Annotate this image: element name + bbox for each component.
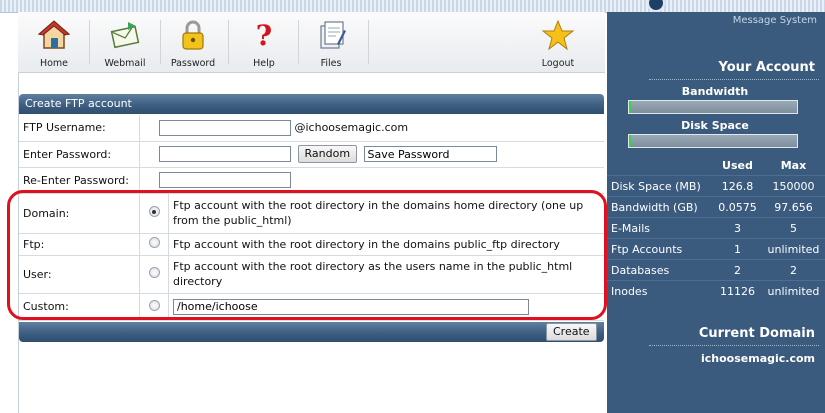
stat-label: Ftp Accounts [607,238,713,260]
form-row-username: FTP Username: @ichoosemagic.com [19,115,604,142]
stat-used: 11126 [713,280,762,301]
stat-label: Inodes [607,280,713,301]
toolbar-password-button[interactable]: Password [158,12,228,72]
question-icon: ? [256,19,272,52]
house-icon [37,20,71,49]
stats-row: Disk Space (MB) 126.8 150000 [607,175,825,197]
stat-label: Databases [607,259,713,281]
padlock-icon [182,20,204,50]
highlight-box [7,190,607,320]
stats-row: Bandwidth (GB) 0.0575 97.656 [607,196,825,218]
disk-space-label: Disk Space [681,119,749,132]
form-row-password: Enter Password: Random [19,141,604,168]
files-icon [320,21,346,49]
max-header: Max [780,158,807,172]
stat-label: Disk Space (MB) [607,175,713,197]
stats-row: Ftp Accounts 1 unlimited [607,238,825,260]
password-label: Enter Password: [19,141,140,168]
domain-suffix: @ichoosemagic.com [294,120,409,134]
stat-used: 0.0575 [713,196,762,218]
toolbar-logout-label: Logout [541,58,575,69]
star-icon [541,19,575,51]
panel-title: Create FTP account [19,94,604,114]
stat-label: E-Mails [607,217,713,239]
disk-space-fill [629,135,631,147]
toolbar-logout-button[interactable]: Logout [523,12,593,72]
stat-used: 126.8 [713,175,762,197]
random-button[interactable]: Random [297,145,358,163]
password-input[interactable] [159,146,291,162]
stat-label: Bandwidth (GB) [607,196,713,218]
username-label: FTP Username: [19,115,140,142]
stat-used: 3 [713,217,762,239]
stat-used: 1 [713,238,762,260]
stat-max: 97.656 [761,196,825,218]
panel-footer [19,322,604,342]
stats-row: Databases 2 2 [607,259,825,281]
current-domain-value: ichoosemagic.com [700,352,815,365]
stat-max: unlimited [761,238,825,260]
stat-max: 5 [761,217,825,239]
toolbar-divider [368,20,369,64]
used-header: Used [722,158,753,172]
stat-used: 2 [713,259,762,281]
toolbar-password-label: Password [170,58,216,69]
toolbar-files-label: Files [320,58,342,69]
disk-space-bar [628,134,798,148]
toolbar-webmail-button[interactable]: Webmail [90,12,160,72]
mail-icon [110,22,140,49]
stats-table: Used Max Disk Space (MB) 126.8 150000 Ba… [607,155,825,301]
bandwidth-fill [629,101,631,113]
toolbar-help-label: Help [253,58,275,69]
logo-knob [647,0,665,12]
current-domain-title: Current Domain [698,326,815,341]
create-button[interactable]: Create [546,323,597,341]
stats-row: E-Mails 3 5 [607,217,825,239]
bandwidth-label: Bandwidth [681,85,749,98]
reenter-password-input[interactable] [159,172,291,188]
svg-text:?: ? [256,19,272,52]
toolbar-home-button[interactable]: Home [19,12,89,72]
message-system-link[interactable]: Message System [733,15,817,26]
toolbar-home-label: Home [39,58,69,69]
save-password-field[interactable] [363,146,497,162]
stat-max: 150000 [761,175,825,197]
bandwidth-bar [628,100,798,114]
account-sidebar: Message System Your Account Bandwidth Di… [607,12,825,413]
stat-max: 2 [761,259,825,281]
stats-row: Inodes 11126 unlimited [607,280,825,301]
divider [649,345,819,346]
toolbar-files-button[interactable]: Files [296,12,366,72]
ftp-username-input[interactable] [159,119,291,136]
toolbar-help-button[interactable]: ? Help [229,12,299,72]
toolbar-webmail-label: Webmail [104,58,146,69]
toolbar: Home Webmail Password ? Help Files Logou… [18,12,605,73]
stat-max: unlimited [761,280,825,301]
your-account-title: Your Account [718,60,815,75]
divider [649,79,819,80]
